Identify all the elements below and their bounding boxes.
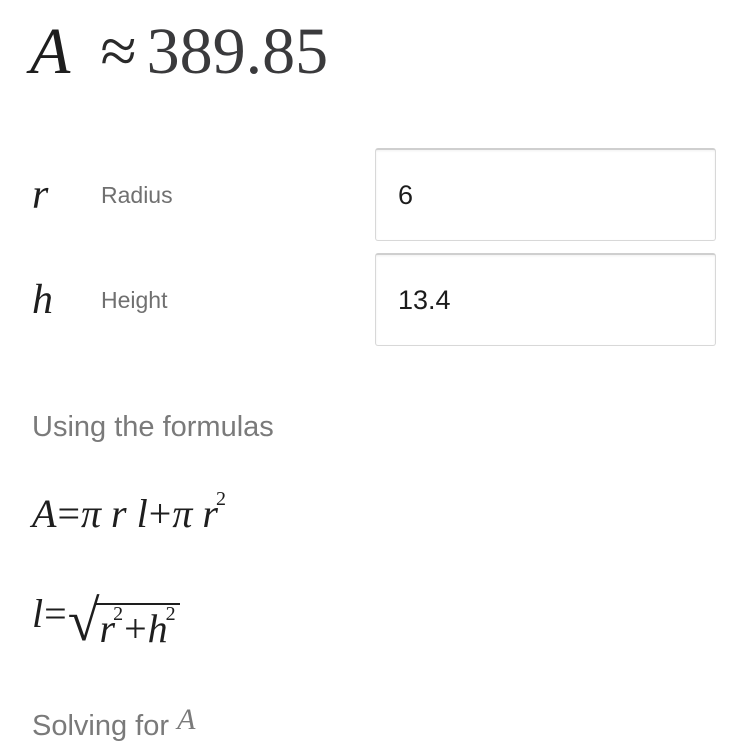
input-row-radius: r Radius — [0, 148, 750, 243]
area-term-pi2: π — [172, 491, 193, 536]
height-input[interactable] — [375, 253, 716, 346]
slant-formula: l=√r2+h2 — [32, 590, 180, 651]
area-term-r1: r — [111, 491, 127, 536]
area-term-pi1: π — [81, 491, 102, 536]
result-variable: A — [30, 15, 71, 88]
slant-lhs: l — [32, 591, 44, 636]
solving-heading: Solving for A — [32, 703, 195, 743]
area-lhs: A — [32, 491, 57, 536]
height-symbol: h — [32, 277, 53, 323]
area-term-l: l — [136, 491, 148, 536]
radicand-plus: + — [124, 606, 147, 651]
solving-variable: A — [177, 703, 196, 736]
height-label: Height — [101, 287, 168, 313]
radius-label: Radius — [101, 182, 173, 208]
slant-equals: = — [44, 591, 67, 636]
radicand: r2+h2 — [95, 603, 180, 652]
radius-symbol: r — [32, 172, 49, 218]
input-row-height: h Height — [0, 253, 750, 348]
approx-symbol: ≈ — [100, 15, 137, 88]
radicand-h-exponent: 2 — [165, 603, 176, 625]
sqrt-expression: √r2+h2 — [68, 590, 180, 651]
result-value: 389.85 — [146, 15, 329, 88]
solving-text: Solving for — [32, 710, 170, 742]
area-formula: A=π r l+π r2 — [32, 488, 226, 537]
radicand-r-exponent: 2 — [113, 603, 124, 625]
area-equals: = — [57, 491, 80, 536]
formulas-heading: Using the formulas — [32, 411, 274, 443]
radicand-h: h — [147, 606, 168, 651]
area-plus: + — [148, 491, 172, 536]
result-display: A ≈389.85 — [30, 12, 328, 92]
radius-input[interactable] — [375, 148, 716, 241]
area-exponent: 2 — [215, 488, 226, 510]
